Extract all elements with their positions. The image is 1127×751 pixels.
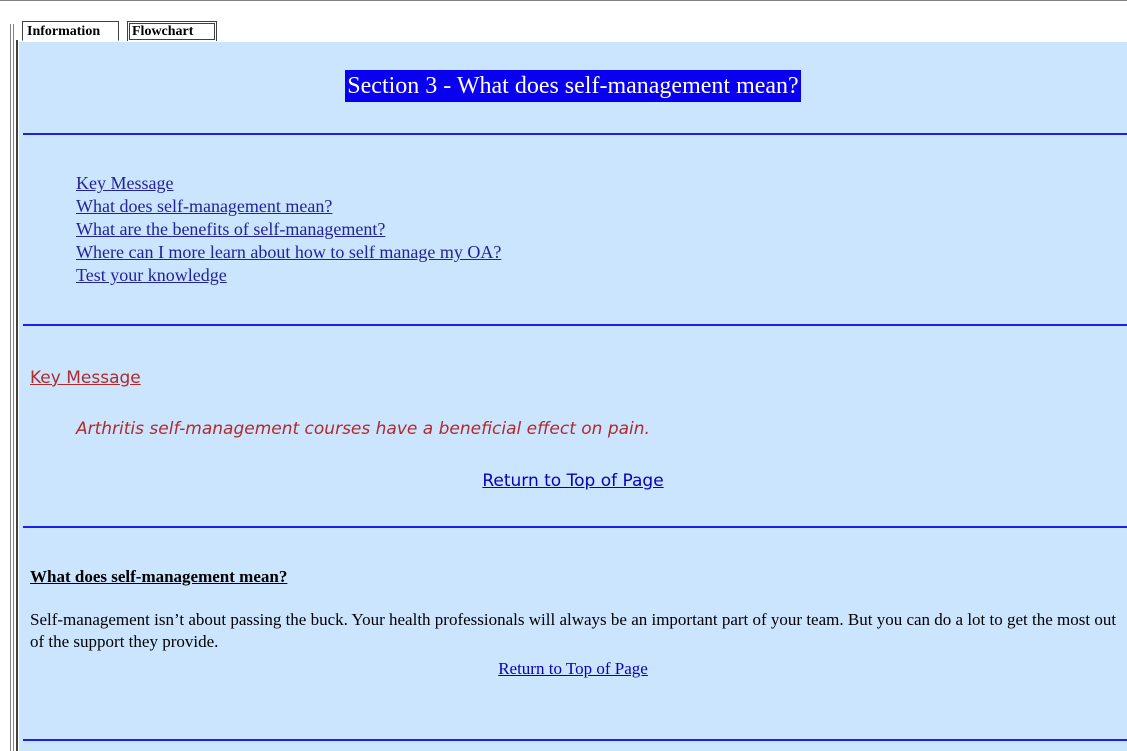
frame-border-line bbox=[13, 24, 14, 751]
frame-border-line bbox=[16, 40, 18, 751]
tab-flowchart[interactable]: Flowchart bbox=[127, 21, 217, 41]
tab-bar: Information Flowchart bbox=[0, 0, 1127, 43]
content-pane[interactable]: Section 3 - What does self-management me… bbox=[19, 42, 1127, 751]
page-title-wrap: Section 3 - What does self-management me… bbox=[19, 70, 1127, 102]
table-of-contents: Key Message What does self-management me… bbox=[76, 172, 501, 287]
toc-link-self-management-meaning[interactable]: What does self-management mean? bbox=[76, 196, 332, 216]
return-to-top-wrap: Return to Top of Page bbox=[19, 659, 1127, 679]
toc-link-learn-more[interactable]: Where can I more learn about how to self… bbox=[76, 242, 501, 262]
toc-link-key-message[interactable]: Key Message bbox=[76, 173, 173, 193]
toc-link-test-knowledge[interactable]: Test your knowledge bbox=[76, 265, 227, 285]
toc-item: Key Message bbox=[76, 172, 501, 195]
return-to-top-link[interactable]: Return to Top of Page bbox=[482, 471, 663, 491]
toc-item: What are the benefits of self-management… bbox=[76, 218, 501, 241]
return-to-top-link[interactable]: Return to Top of Page bbox=[498, 659, 648, 678]
toc-item: Test your knowledge bbox=[76, 264, 501, 287]
section-body-text: Self-management isn’t about passing the … bbox=[30, 610, 1117, 651]
horizontal-rule bbox=[23, 526, 1127, 528]
section-heading: What does self-management mean? bbox=[30, 567, 288, 586]
frame-border-line bbox=[10, 24, 11, 751]
key-message-text: Arthritis self-management courses have a… bbox=[76, 419, 650, 439]
toc-item: Where can I more learn about how to self… bbox=[76, 241, 501, 264]
return-to-top-wrap: Return to Top of Page bbox=[19, 471, 1127, 491]
key-message-heading[interactable]: Key Message bbox=[30, 368, 141, 388]
horizontal-rule bbox=[23, 133, 1127, 135]
toc-link-benefits[interactable]: What are the benefits of self-management… bbox=[76, 219, 385, 239]
horizontal-rule bbox=[23, 739, 1127, 741]
horizontal-rule bbox=[23, 324, 1127, 326]
page-title: Section 3 - What does self-management me… bbox=[345, 70, 801, 102]
toc-item: What does self-management mean? bbox=[76, 195, 501, 218]
tab-information[interactable]: Information bbox=[22, 21, 119, 41]
